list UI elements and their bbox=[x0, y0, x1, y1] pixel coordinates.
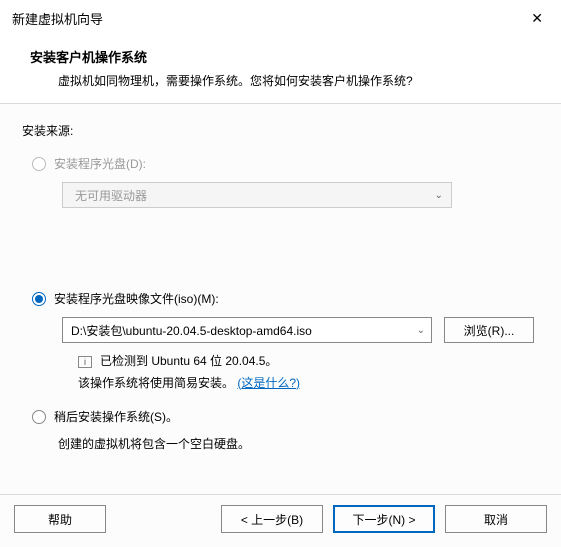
cancel-button[interactable]: 取消 bbox=[445, 505, 547, 533]
iso-path-combo[interactable]: D:\安装包\ubuntu-20.04.5-desktop-amd64.iso … bbox=[62, 317, 432, 343]
page-heading: 安装客户机操作系统 bbox=[30, 47, 541, 66]
info-icon: i bbox=[78, 356, 92, 368]
detect-text-2: 该操作系统将使用简易安装。 bbox=[78, 376, 234, 390]
disc-dropdown[interactable]: 无可用驱动器 ⌄ bbox=[62, 182, 452, 208]
option-disc-label: 安装程序光盘(D): bbox=[54, 155, 146, 172]
close-icon[interactable]: ✕ bbox=[525, 8, 549, 29]
iso-path-value: D:\安装包\ubuntu-20.04.5-desktop-amd64.iso bbox=[71, 322, 312, 339]
option-iso-label: 安装程序光盘映像文件(iso)(M): bbox=[54, 290, 219, 307]
disc-dropdown-value: 无可用驱动器 bbox=[75, 187, 147, 204]
radio-iso[interactable] bbox=[32, 292, 46, 306]
detect-info: i 已检测到 Ubuntu 64 位 20.04.5。 该操作系统将使用简易安装… bbox=[78, 351, 539, 394]
radio-disc[interactable] bbox=[32, 157, 46, 171]
browse-button[interactable]: 浏览(R)... bbox=[444, 317, 534, 343]
option-later[interactable]: 稍后安装操作系统(S)。 bbox=[32, 408, 539, 425]
window-title: 新建虚拟机向导 bbox=[12, 9, 103, 28]
back-button[interactable]: < 上一步(B) bbox=[221, 505, 323, 533]
detect-text-1: 已检测到 Ubuntu 64 位 20.04.5。 bbox=[100, 351, 277, 373]
next-button[interactable]: 下一步(N) > bbox=[333, 505, 435, 533]
titlebar: 新建虚拟机向导 ✕ bbox=[0, 0, 561, 35]
footer: 帮助 < 上一步(B) 下一步(N) > 取消 bbox=[0, 494, 561, 547]
chevron-down-icon: ⌄ bbox=[435, 190, 443, 201]
page-subtitle: 虚拟机如同物理机，需要操作系统。您将如何安装客户机操作系统? bbox=[30, 72, 541, 89]
later-description: 创建的虚拟机将包含一个空白硬盘。 bbox=[58, 435, 539, 452]
whats-this-link[interactable]: (这是什么?) bbox=[237, 376, 300, 390]
option-later-label: 稍后安装操作系统(S)。 bbox=[54, 408, 178, 425]
content-area: 安装来源: 安装程序光盘(D): 无可用驱动器 ⌄ 安装程序光盘映像文件(iso… bbox=[0, 104, 561, 494]
wizard-header: 安装客户机操作系统 虚拟机如同物理机，需要操作系统。您将如何安装客户机操作系统? bbox=[0, 35, 561, 103]
radio-later[interactable] bbox=[32, 410, 46, 424]
help-button[interactable]: 帮助 bbox=[14, 505, 106, 533]
chevron-down-icon: ⌄ bbox=[417, 325, 425, 336]
option-disc[interactable]: 安装程序光盘(D): bbox=[32, 155, 539, 172]
option-iso[interactable]: 安装程序光盘映像文件(iso)(M): bbox=[32, 290, 539, 307]
install-source-label: 安装来源: bbox=[22, 122, 539, 139]
